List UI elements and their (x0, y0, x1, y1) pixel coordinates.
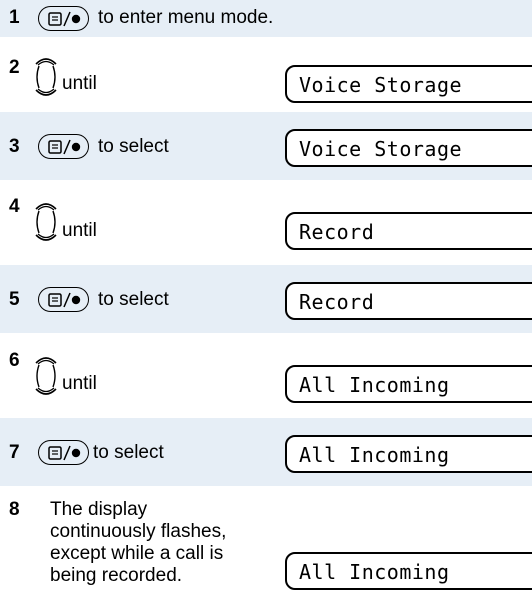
step-number: 5 (9, 289, 20, 310)
step-1: 1 to enter menu mode. (0, 0, 532, 37)
step-text: to select (98, 136, 169, 157)
step-7: 7 to select All Incoming (0, 418, 532, 486)
step-number: 6 (9, 350, 20, 371)
menu-select-key-icon (38, 287, 89, 312)
step-4: 4 until Record (0, 196, 532, 265)
menu-select-key-icon (38, 134, 89, 159)
step-6: 6 until All Incoming (0, 350, 532, 418)
display-screen: All Incoming (285, 435, 532, 473)
display-screen: Record (285, 212, 532, 250)
step-number: 1 (9, 7, 20, 28)
display-text: Record (299, 290, 375, 314)
step-number: 2 (9, 57, 20, 78)
display-text: All Incoming (299, 373, 450, 397)
menu-select-key-icon (38, 6, 89, 31)
step-text: The display continuously flashes, except… (50, 499, 227, 586)
step-text: until (62, 373, 97, 394)
display-text: Voice Storage (299, 73, 463, 97)
display-screen: All Incoming (285, 552, 532, 590)
step-number: 7 (9, 442, 20, 463)
display-screen: Voice Storage (285, 129, 532, 167)
display-screen: Record (285, 282, 532, 320)
display-screen: All Incoming (285, 365, 532, 403)
step-text: to enter menu mode. (98, 7, 274, 28)
step-number: 4 (9, 196, 20, 217)
step-number: 8 (9, 499, 20, 520)
step-text: to select (98, 289, 169, 310)
step-text: until (62, 220, 97, 241)
display-text: All Incoming (299, 560, 450, 584)
step-3: 3 to select Voice Storage (0, 112, 532, 180)
instruction-steps: 1 to enter menu mode. 2 until Voice Stor… (0, 0, 532, 609)
display-screen: Voice Storage (285, 65, 532, 103)
step-8: 8 The display continuously flashes, exce… (0, 499, 532, 609)
step-text: until (62, 73, 97, 94)
step-5: 5 to select Record (0, 265, 532, 333)
navigation-scroll-key-icon (35, 203, 57, 241)
display-text: All Incoming (299, 443, 450, 467)
step-number: 3 (9, 136, 20, 157)
navigation-scroll-key-icon (35, 58, 57, 96)
display-text: Record (299, 220, 375, 244)
menu-select-key-icon (38, 440, 89, 465)
step-text: to select (93, 442, 164, 463)
navigation-scroll-key-icon (35, 357, 57, 395)
step-2: 2 until Voice Storage (0, 55, 532, 112)
display-text: Voice Storage (299, 137, 463, 161)
